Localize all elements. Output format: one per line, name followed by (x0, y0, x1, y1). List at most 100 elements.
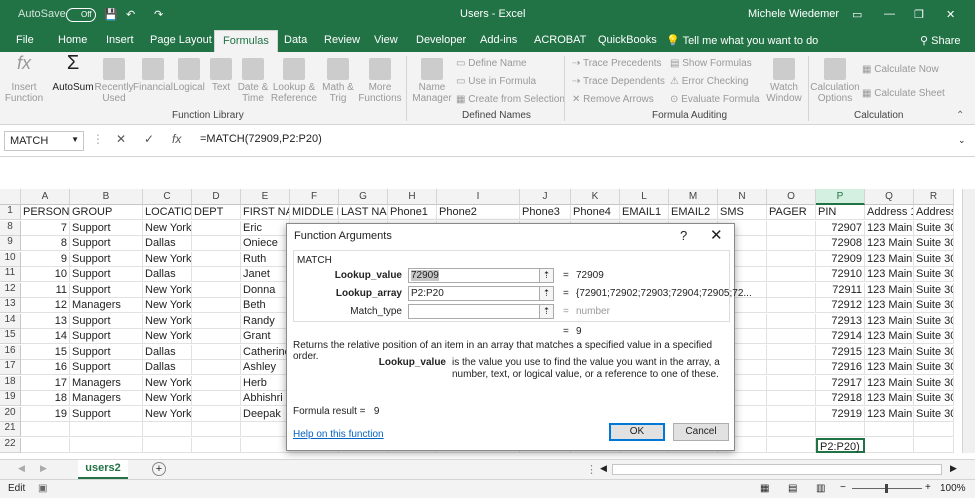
undo-icon[interactable]: ↶ (126, 8, 135, 21)
table-cell[interactable]: Abhishri (241, 391, 290, 406)
header-cell[interactable]: PIN (816, 205, 865, 220)
table-cell[interactable]: Suite 30 (914, 267, 954, 282)
header-cell[interactable]: DEPT (192, 205, 241, 220)
table-cell[interactable]: 72914 (816, 329, 865, 344)
scroll-right-icon[interactable]: ▶ (40, 463, 47, 474)
header-cell[interactable]: LOCATION (143, 205, 192, 220)
table-cell[interactable]: 72917 (816, 375, 865, 391)
table-cell[interactable]: 72910 (816, 267, 865, 282)
column-header-e[interactable]: E (241, 189, 290, 205)
table-cell[interactable] (192, 375, 241, 391)
table-cell[interactable]: 72907 (816, 220, 865, 236)
table-cell[interactable]: Dallas (143, 344, 192, 360)
row-header[interactable]: 16 (0, 344, 21, 360)
table-cell[interactable] (767, 313, 816, 329)
text-button[interactable]: Text (206, 58, 236, 93)
table-cell[interactable] (865, 437, 914, 453)
table-cell[interactable] (767, 267, 816, 282)
table-cell[interactable]: New York (143, 298, 192, 313)
active-cell[interactable]: P2:P20) (816, 437, 865, 453)
table-cell[interactable]: Dallas (143, 360, 192, 375)
row-header[interactable]: 18 (0, 375, 21, 391)
table-cell[interactable]: New York (143, 375, 192, 391)
table-cell[interactable]: Managers (70, 375, 143, 391)
ok-button[interactable]: OK (609, 423, 665, 441)
table-cell[interactable]: 14 (21, 329, 70, 344)
table-cell[interactable]: 123 Main S (865, 282, 914, 298)
table-cell[interactable]: 72909 (816, 251, 865, 267)
row-header[interactable]: 9 (0, 236, 21, 251)
trace-dependents-button[interactable]: ⇢ Trace Dependents (572, 76, 665, 87)
table-cell[interactable]: Managers (70, 391, 143, 406)
table-cell[interactable] (192, 437, 241, 453)
tab-insert[interactable]: Insert (106, 34, 134, 46)
expand-formula-bar-icon[interactable]: ⌄ (958, 135, 966, 146)
horizontal-scrollbar[interactable] (612, 464, 942, 475)
table-cell[interactable] (192, 313, 241, 329)
header-cell[interactable]: Address (914, 205, 954, 220)
header-cell[interactable]: Phone3 (520, 205, 571, 220)
table-cell[interactable]: Grant (241, 329, 290, 344)
zoom-slider-thumb[interactable] (885, 484, 888, 493)
table-cell[interactable]: 72908 (816, 236, 865, 251)
vertical-scrollbar[interactable] (962, 189, 975, 453)
error-checking-button[interactable]: ⚠ Error Checking (670, 76, 748, 87)
lookup-reference-button[interactable]: Lookup & Reference (270, 58, 318, 104)
macro-record-icon[interactable]: ▣ (38, 483, 47, 494)
cancel-icon[interactable]: ✕ (116, 132, 126, 146)
table-cell[interactable]: Beth (241, 298, 290, 313)
table-cell[interactable]: Herb (241, 375, 290, 391)
add-sheet-icon[interactable]: + (152, 462, 166, 476)
table-cell[interactable] (192, 220, 241, 236)
tell-me-search[interactable]: 💡 Tell me what you want to do (666, 34, 818, 47)
fx-icon[interactable]: fx (172, 132, 181, 146)
lookup-value-input[interactable]: 72909 (408, 268, 554, 283)
table-cell[interactable]: 15 (21, 344, 70, 360)
recently-used-button[interactable]: Recently Used (94, 58, 134, 104)
header-cell[interactable]: EMAIL1 (620, 205, 669, 220)
table-cell[interactable]: Support (70, 329, 143, 344)
header-cell[interactable]: MIDDLE N (290, 205, 339, 220)
header-cell[interactable]: EMAIL2 (669, 205, 718, 220)
minimize-icon[interactable]: — (884, 8, 895, 20)
table-cell[interactable]: Ruth (241, 251, 290, 267)
table-cell[interactable] (767, 360, 816, 375)
column-header-n[interactable]: N (718, 189, 767, 205)
table-cell[interactable]: Suite 30 (914, 298, 954, 313)
hscroll-right-icon[interactable]: ▶ (950, 463, 957, 474)
table-cell[interactable]: 123 Main S (865, 360, 914, 375)
table-cell[interactable]: Suite 30 (914, 329, 954, 344)
normal-view-icon[interactable]: ▦ (760, 483, 769, 494)
tab-file[interactable]: File (16, 34, 34, 46)
table-cell[interactable] (192, 298, 241, 313)
table-cell[interactable] (192, 329, 241, 344)
table-cell[interactable]: 12 (21, 298, 70, 313)
table-cell[interactable]: New York (143, 251, 192, 267)
table-cell[interactable]: Randy (241, 313, 290, 329)
table-cell[interactable] (70, 422, 143, 437)
enter-icon[interactable]: ✓ (144, 132, 154, 146)
close-icon[interactable]: ✕ (710, 226, 723, 244)
table-cell[interactable]: Suite 30 (914, 236, 954, 251)
match-type-input[interactable] (408, 304, 554, 319)
zoom-in-icon[interactable]: + (925, 482, 931, 493)
table-cell[interactable]: 72919 (816, 406, 865, 422)
column-header-m[interactable]: M (669, 189, 718, 205)
financial-button[interactable]: Financial (133, 58, 173, 93)
table-cell[interactable] (241, 422, 290, 437)
table-cell[interactable] (192, 344, 241, 360)
table-cell[interactable] (767, 344, 816, 360)
table-cell[interactable] (767, 437, 816, 453)
define-name-button[interactable]: ▭ Define Name (456, 58, 527, 69)
formula-input[interactable]: =MATCH(72909,P2:P20) (200, 133, 322, 145)
table-cell[interactable] (143, 422, 192, 437)
table-cell[interactable] (767, 220, 816, 236)
column-header-f[interactable]: F (290, 189, 339, 205)
row-header[interactable]: 19 (0, 391, 21, 406)
table-cell[interactable] (816, 422, 865, 437)
table-cell[interactable]: 18 (21, 391, 70, 406)
table-cell[interactable] (192, 251, 241, 267)
column-header-l[interactable]: L (620, 189, 669, 205)
table-cell[interactable]: Eric (241, 220, 290, 236)
header-cell[interactable]: PAGER (767, 205, 816, 220)
